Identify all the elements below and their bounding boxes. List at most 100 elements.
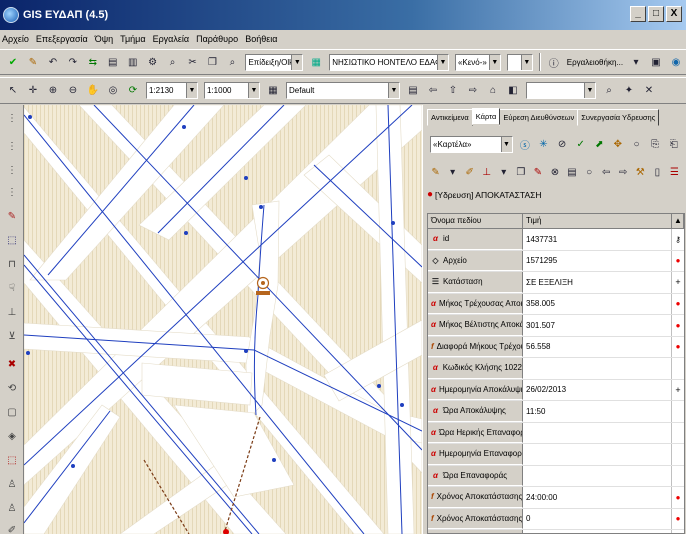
field-value[interactable]: 358.005 <box>523 293 672 314</box>
field-value[interactable] <box>523 465 672 486</box>
pan-icon[interactable]: ✋ <box>85 83 101 99</box>
minimize-button[interactable]: _ <box>630 6 646 22</box>
magic-icon[interactable]: ✦ <box>621 83 637 99</box>
asterisk-icon[interactable]: ✳ <box>536 136 551 152</box>
circle-icon[interactable]: ○ <box>583 164 596 180</box>
tab-address-search[interactable]: Εύρεση Διευθύνσεων <box>499 109 579 126</box>
maximize-button[interactable]: □ <box>648 6 664 22</box>
scale2-select[interactable]: 1:1000 ▼ <box>204 82 260 99</box>
project-select[interactable]: ΝΗΣΙΩΤΙΚΟ ΗΟΝΤΕΛΟ ΕΔΑΦΟΥΣ (ΝΒΙ)▼ <box>329 53 449 71</box>
field-value[interactable]: 26/02/2013 <box>523 379 672 400</box>
search-icon[interactable]: ⌕ <box>601 83 617 99</box>
table-row[interactable]: f Χρόνος Αποκατάστασης 24:00:00 ● <box>428 487 684 509</box>
column-header-name[interactable]: Όνομα πεδίου <box>428 214 523 228</box>
settings-icon[interactable]: ⚙ <box>145 54 161 70</box>
sort-icon[interactable]: ▲ <box>672 214 684 228</box>
vertical-ruler-icon[interactable]: ⋮ <box>4 185 20 201</box>
draw-icon[interactable]: ✎ <box>4 209 20 225</box>
zoom-in-icon[interactable]: ⊕ <box>45 83 61 99</box>
node-icon[interactable]: ⊓ <box>4 257 20 273</box>
field-value[interactable]: 56.558 <box>523 336 672 357</box>
check-icon[interactable]: ✔ <box>5 54 21 70</box>
field-value[interactable] <box>523 422 672 443</box>
column-header-value[interactable]: Τιμή <box>523 214 672 228</box>
edit-icon[interactable]: ✎ <box>25 54 41 70</box>
field-value[interactable]: 0 <box>523 508 672 529</box>
dropdown-icon[interactable]: ▾ <box>497 164 510 180</box>
tap-icon[interactable]: ⓢ <box>518 136 533 152</box>
pencil-icon[interactable]: ✎ <box>429 164 442 180</box>
rotate-icon[interactable]: ⟲ <box>4 381 20 397</box>
home-icon[interactable]: ⌂ <box>485 83 501 99</box>
mode-select[interactable]: «Κενό-» ▼ <box>454 53 501 71</box>
layer-select[interactable]: Επίδειξη/Olk» ▼ <box>245 53 304 71</box>
binoculars-icon[interactable]: ⊗ <box>548 164 561 180</box>
find-icon[interactable]: ⌕ <box>224 54 240 70</box>
table-row[interactable]: αΏρα Ηερικής Επαναφοράς <box>428 422 684 444</box>
menu-file[interactable]: Αρχείο <box>2 34 29 44</box>
style-icon[interactable]: ▦ <box>265 83 281 99</box>
frame-icon[interactable]: ⬚ <box>4 453 20 469</box>
field-value[interactable] <box>523 530 672 533</box>
back-icon[interactable]: ⇦ <box>600 164 613 180</box>
card-select[interactable]: «Καρτέλα» ▼ <box>430 135 513 153</box>
small-select[interactable]: ▼ <box>506 53 533 71</box>
pencil-icon[interactable]: ✐ <box>4 523 20 534</box>
table-row[interactable]: α Ώρα Επαναφοράς <box>428 465 684 487</box>
table-row[interactable]: α Ώρα Αποκάλυψης 11:50 <box>428 401 684 423</box>
bookmark-icon[interactable]: ◧ <box>505 83 521 99</box>
add-point-icon[interactable]: ⊥ <box>480 164 493 180</box>
menu-view[interactable]: Όψη <box>95 34 113 44</box>
copy-icon[interactable]: ❐ <box>205 54 221 70</box>
square-tool-icon[interactable]: ▢ <box>4 405 20 421</box>
field-value[interactable]: ΣΕ ΕΞΕΛΙΞΗ <box>523 272 672 293</box>
field-value[interactable]: 1571295 <box>523 250 672 271</box>
table-row[interactable]: α Κωδικός Κλήσης 1022 <box>428 358 684 380</box>
menu-edit[interactable]: Επεξεργασία <box>36 34 88 44</box>
map-canvas[interactable] <box>24 105 422 534</box>
up-icon[interactable]: ⇧ <box>445 83 461 99</box>
layers-icon[interactable]: ▤ <box>405 83 421 99</box>
incident-marker[interactable] <box>256 276 270 296</box>
print-icon[interactable]: ▤ <box>105 54 121 70</box>
tab-objects[interactable]: Αντικείμενα <box>427 109 473 126</box>
table-row[interactable]: αΠαρατηρήσεις <box>428 530 684 533</box>
close-button[interactable]: X <box>666 6 682 22</box>
clear-icon[interactable]: ✕ <box>641 83 657 99</box>
dropdown-icon[interactable]: ▾ <box>628 54 644 70</box>
zoom-out-icon[interactable]: ⊖ <box>65 83 81 99</box>
back-icon[interactable]: ⇦ <box>425 83 441 99</box>
edit-icon[interactable]: ✎ <box>531 164 544 180</box>
circle-icon[interactable]: ○ <box>629 136 644 152</box>
table-row[interactable]: αΜήκος Βέλτιστης Αποκάλυψη...301.507● <box>428 315 684 337</box>
vertical-ruler-icon[interactable]: ⋮ <box>4 163 20 179</box>
crosshair-icon[interactable]: ✛ <box>25 83 41 99</box>
new-record-icon[interactable]: ⬈ <box>592 136 607 152</box>
move-icon[interactable]: ⇆ <box>85 54 101 70</box>
redo-icon[interactable]: ↷ <box>65 54 81 70</box>
select-icon[interactable]: ⬚ <box>4 233 20 249</box>
menu-section[interactable]: Τμήμα <box>120 34 145 44</box>
style-select[interactable]: Default ▼ <box>286 82 400 99</box>
cut-icon[interactable]: ✂ <box>185 54 201 70</box>
info-icon[interactable]: ⓘ <box>546 54 562 70</box>
move-record-icon[interactable]: ✥ <box>611 136 626 152</box>
tool-icon[interactable]: ⚒ <box>634 164 647 180</box>
field-value[interactable]: 301.507 <box>523 315 672 336</box>
tab-card[interactable]: Κάρτα <box>471 108 501 125</box>
figure-icon[interactable]: ♙ <box>4 501 20 517</box>
delete-icon[interactable]: ✖ <box>4 357 20 373</box>
approve-icon[interactable]: ✓ <box>573 136 588 152</box>
table-row[interactable]: α Ημερομηνία Επαναφοράς <box>428 444 684 466</box>
tab-collaboration[interactable]: Συνεργασία Υδρευσης <box>577 109 660 126</box>
pointer-icon[interactable]: ↖ <box>5 83 21 99</box>
field-value[interactable] <box>523 444 672 465</box>
fault-marker[interactable] <box>223 529 229 534</box>
brush-icon[interactable]: ✐ <box>463 164 476 180</box>
table-row[interactable]: ☰ Κατάσταση ΣΕ ΕΞΕΛΙΞΗ + <box>428 272 684 294</box>
search-select[interactable]: ▼ <box>526 82 596 99</box>
forward-icon[interactable]: ⇨ <box>617 164 630 180</box>
field-value[interactable]: 24:00:00 <box>523 487 672 508</box>
table-row[interactable]: fΔιαφορά Μήκους Τρέχουσα...56.558● <box>428 336 684 358</box>
document-icon[interactable]: ▥ <box>125 54 141 70</box>
